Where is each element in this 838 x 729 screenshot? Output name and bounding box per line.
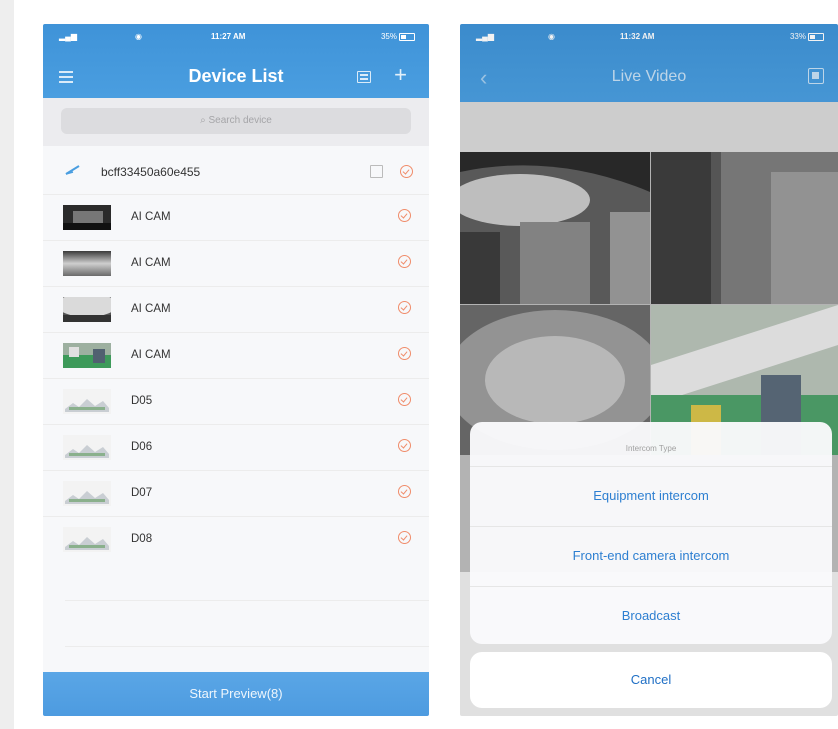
device-check-icon[interactable] [398,255,411,268]
device-check-icon[interactable] [398,485,411,498]
device-row[interactable]: AI CAM [43,194,429,240]
add-device-icon[interactable]: + [394,64,407,86]
status-bar: ▂▄▆ ◉ 11:27 AM 35% [43,24,429,46]
status-time: 11:27 AM [211,32,246,41]
device-check-icon[interactable] [398,209,411,222]
page-title: Device List [188,66,284,86]
device-thumbnail [63,297,111,322]
device-name: AI CAM [131,349,171,361]
device-row[interactable]: D08 [43,516,429,562]
wifi-icon: ◉ [135,32,142,41]
device-name: D05 [131,395,153,407]
device-row[interactable]: AI CAM [43,286,429,332]
battery-icon [399,32,415,41]
device-thumbnail [63,435,111,460]
group-name: bcff33450a60e455 [101,165,201,179]
device-thumbnail [63,251,111,276]
device-row[interactable]: D05 [43,378,429,424]
edit-icon[interactable] [370,165,383,178]
device-row[interactable]: D06 [43,424,429,470]
device-thumbnail [63,343,111,368]
device-check-icon[interactable] [398,393,411,406]
device-name: D06 [131,441,153,453]
battery-indicator: 35% [381,32,415,41]
group-check-icon[interactable] [400,165,413,178]
device-name: D07 [131,487,153,499]
device-name: AI CAM [131,211,171,223]
device-thumbnail [63,481,111,506]
device-name: AI CAM [131,303,171,315]
device-list-screen: ▂▄▆ ◉ 11:27 AM 35% Device List + ⌕ Searc… [43,24,429,716]
device-row[interactable]: AI CAM [43,240,429,286]
search-bar: ⌕ Search device [43,98,429,146]
cancel-button[interactable]: Cancel [470,652,832,708]
device-check-icon[interactable] [398,531,411,544]
option-front-end-camera-intercom[interactable]: Front-end camera intercom [470,526,832,585]
device-name: AI CAM [131,257,171,269]
device-group-row[interactable]: bcff33450a60e455 [43,150,429,194]
device-thumbnail [63,527,111,552]
start-preview-button[interactable]: Start Preview(8) [43,672,429,716]
option-broadcast[interactable]: Broadcast [470,586,832,644]
device-thumbnail [63,205,111,230]
device-check-icon[interactable] [398,347,411,360]
device-check-icon[interactable] [398,301,411,314]
divider [65,600,429,601]
intercom-type-sheet: Intercom Type Equipment intercom Front-e… [470,422,832,644]
option-equipment-intercom[interactable]: Equipment intercom [470,466,832,525]
device-thumbnail [63,389,111,414]
device-row[interactable]: AI CAM [43,332,429,378]
search-input[interactable]: ⌕ Search device [61,108,411,134]
device-row[interactable]: D07 [43,470,429,516]
live-video-screen: ▂▄▆ ◉ 11:32 AM 33% ‹ Live Video Intercom… [460,24,838,716]
device-name: D08 [131,533,153,545]
device-list-header: ▂▄▆ ◉ 11:27 AM 35% Device List + [43,24,429,98]
list-view-icon[interactable] [357,71,371,83]
page-gutter [0,0,14,729]
signal-icon: ▂▄▆ [59,32,77,41]
sheet-title: Intercom Type [625,444,677,453]
divider [65,646,429,647]
group-signal-icon [65,165,80,175]
search-icon: ⌕ [200,115,209,126]
device-check-icon[interactable] [398,439,411,452]
